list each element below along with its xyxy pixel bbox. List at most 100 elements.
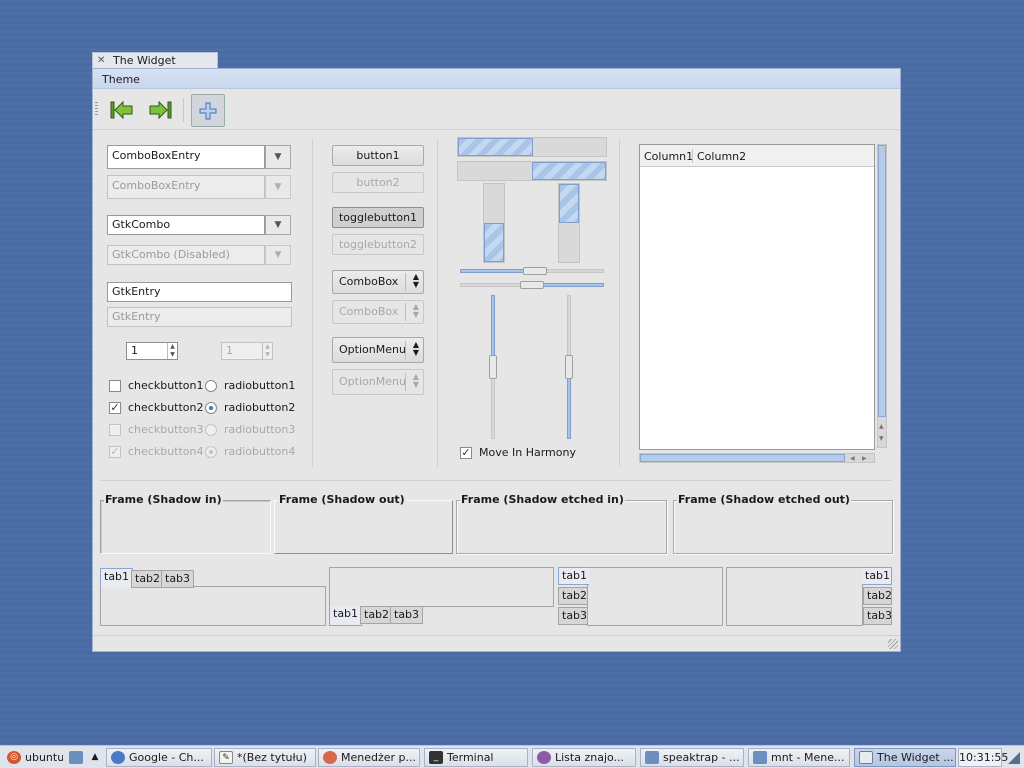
vscale-1-slider[interactable] xyxy=(489,355,497,379)
window-icon xyxy=(859,751,873,764)
gtkcombo-disabled-dropdown: ▼ xyxy=(265,245,291,265)
tree-vertical-scrollbar[interactable]: ▲ ▼ xyxy=(877,144,887,448)
menu-theme[interactable]: Theme xyxy=(102,73,140,86)
notebook-right-tab2[interactable]: tab2 xyxy=(863,587,892,605)
spin-arrows-icon[interactable]: ▲ ▼ xyxy=(167,343,177,359)
chat-icon xyxy=(537,751,551,764)
gtkcombo-dropdown[interactable]: ▼ xyxy=(265,215,291,235)
close-icon[interactable]: ✕ xyxy=(97,56,107,66)
hscale-1-slider[interactable] xyxy=(523,267,547,275)
radiobutton2-label[interactable]: radiobutton2 xyxy=(224,401,295,414)
show-more-button[interactable]: ▲ xyxy=(88,748,102,767)
task-label: Lista znajo... xyxy=(555,751,625,764)
start-label: ubuntu xyxy=(25,751,64,764)
notebook-right-tab3[interactable]: tab3 xyxy=(863,607,892,625)
notebook-bottom-tab2[interactable]: tab2 xyxy=(360,606,394,624)
task-buddy-list[interactable]: Lista znajo... xyxy=(532,748,636,767)
scroll-left-icon[interactable]: ◀ xyxy=(850,455,855,462)
radiobutton3-label: radiobutton3 xyxy=(224,423,296,436)
task-label: Menedżer p... xyxy=(341,751,417,764)
resize-grip-icon[interactable] xyxy=(888,639,898,649)
column2-header[interactable]: Column2 xyxy=(697,150,746,163)
column-separator xyxy=(312,139,313,467)
task-terminal[interactable]: _ Terminal xyxy=(424,748,528,767)
gtkcombo-field[interactable]: GtkCombo xyxy=(107,215,265,235)
comboboxentry-dropdown[interactable]: ▼ xyxy=(265,145,291,169)
scroll-down-icon[interactable]: ▼ xyxy=(879,435,884,442)
optionmenu-disabled-label: OptionMenu xyxy=(339,375,406,388)
task-google-chrome[interactable]: Google - Ch... xyxy=(106,748,212,767)
combobox[interactable]: ComboBox ▲ ▼ xyxy=(332,270,424,294)
hscale-1-fill xyxy=(460,269,526,273)
radiobutton1-label[interactable]: radiobutton1 xyxy=(224,379,295,392)
text-editor-icon: ✎ xyxy=(219,751,233,764)
notebook-right-tab1[interactable]: tab1 xyxy=(862,567,892,585)
notebook-left-tab1[interactable]: tab1 xyxy=(558,567,589,585)
notebook-bottom-tab3[interactable]: tab3 xyxy=(390,606,424,624)
window-title-tab[interactable]: ✕ The Widget Factory xyxy=(92,52,218,83)
hscale-2-slider[interactable] xyxy=(520,281,544,289)
go-last-button[interactable] xyxy=(145,95,175,125)
notebook-left-tab2[interactable]: tab2 xyxy=(558,587,588,605)
chevron-down-icon: ▼ xyxy=(274,182,282,192)
go-first-button[interactable] xyxy=(107,95,137,125)
comboboxentry-disabled-dropdown: ▼ xyxy=(265,175,291,199)
menubar: Theme xyxy=(93,69,900,89)
combobox-disabled: ComboBox ▲ ▼ xyxy=(332,300,424,324)
spinbutton[interactable]: 1 ▲ ▼ xyxy=(126,342,178,360)
network-icon[interactable] xyxy=(1006,750,1022,765)
checkbutton2-box[interactable]: ✓ xyxy=(109,402,121,414)
radio-dot xyxy=(209,406,213,410)
clock[interactable]: 10:31:55 xyxy=(958,748,1008,767)
toolbar-grip[interactable] xyxy=(95,102,98,116)
notebook-top-tab3[interactable]: tab3 xyxy=(161,570,195,588)
notebook-bottom-tab1[interactable]: tab1 xyxy=(329,606,363,626)
scroll-up-icon[interactable]: ▲ xyxy=(879,423,884,430)
vscale-1-fill xyxy=(491,295,495,357)
task-widget-factory[interactable]: The Widget ... xyxy=(854,748,956,767)
progress-fill xyxy=(559,184,579,223)
updown-arrows-icon: ▲ ▼ xyxy=(405,273,419,291)
notebook-top-tab1[interactable]: tab1 xyxy=(100,568,134,588)
task-label: The Widget ... xyxy=(877,751,954,764)
gtkentry-field[interactable]: GtkEntry xyxy=(107,282,292,302)
button1[interactable]: button1 xyxy=(332,145,424,166)
folder-launcher[interactable] xyxy=(66,748,86,767)
spinbutton-value: 1 xyxy=(131,344,138,357)
optionmenu[interactable]: OptionMenu ▲ ▼ xyxy=(332,337,424,363)
checkbutton2-label[interactable]: checkbutton2 xyxy=(128,401,204,414)
manager-icon xyxy=(323,751,337,764)
folder-icon xyxy=(69,751,83,764)
scrollbar-thumb[interactable] xyxy=(640,454,845,462)
gtkentry-disabled-field: GtkEntry xyxy=(107,307,292,327)
checkbutton1-box[interactable] xyxy=(109,380,121,392)
progressbar-vertical-1 xyxy=(483,183,505,263)
tree-horizontal-scrollbar[interactable]: ◀ ▶ xyxy=(639,453,875,463)
notebook-left-tab3[interactable]: tab3 xyxy=(558,607,588,625)
updown-arrows-icon: ▲ ▼ xyxy=(405,373,419,391)
progress-fill xyxy=(458,138,533,156)
scrollbar-thumb[interactable] xyxy=(878,145,886,417)
tree-view[interactable]: Column1 Column2 xyxy=(639,144,875,450)
radiobutton1-circle[interactable] xyxy=(205,380,217,392)
comboboxentry-field[interactable]: ComboBoxEntry xyxy=(107,145,265,169)
togglebutton1[interactable]: togglebutton1 xyxy=(332,207,424,228)
add-button[interactable] xyxy=(191,94,225,127)
move-in-harmony-label[interactable]: Move In Harmony xyxy=(479,446,576,459)
ubuntu-menu-button[interactable]: ◎ ubuntu xyxy=(2,748,64,767)
notebook-top-tab2[interactable]: tab2 xyxy=(131,570,165,588)
vscale-2-slider[interactable] xyxy=(565,355,573,379)
checkbutton4-box: ✓ xyxy=(109,445,121,458)
browser-icon xyxy=(111,751,125,764)
task-manager[interactable]: Menedżer p... xyxy=(318,748,420,767)
column1-header[interactable]: Column1 xyxy=(644,150,693,163)
checkbutton1-label[interactable]: checkbutton1 xyxy=(128,379,204,392)
taskbar: ◎ ubuntu ▲ Google - Ch... ✎ *(Bez tytułu… xyxy=(0,745,1024,768)
frame-label: Frame (Shadow etched out) xyxy=(677,493,851,506)
task-text-editor[interactable]: ✎ *(Bez tytułu) xyxy=(214,748,316,767)
move-in-harmony-check[interactable]: ✓ xyxy=(460,447,472,459)
task-mnt[interactable]: mnt - Mene... xyxy=(748,748,850,767)
scroll-right-icon[interactable]: ▶ xyxy=(862,455,867,462)
radiobutton2-circle[interactable] xyxy=(205,402,217,414)
task-speaktrap[interactable]: speaktrap - ... xyxy=(640,748,744,767)
